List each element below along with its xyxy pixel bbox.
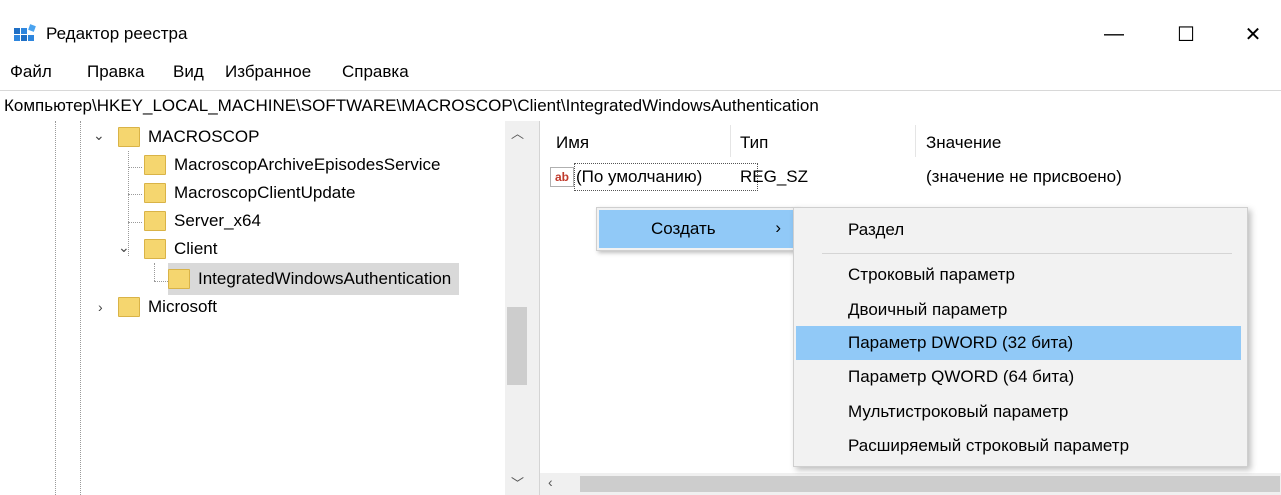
tree-node-label: Microsoft xyxy=(148,297,217,316)
tree-guide-line xyxy=(128,194,142,195)
submenu-item-label: Параметр QWORD (64 бита) xyxy=(848,367,1075,386)
folder-icon xyxy=(118,127,140,147)
tree-node-server[interactable]: Server_x64 xyxy=(144,207,261,235)
close-button[interactable]: ✕ xyxy=(1225,14,1281,54)
tree-guide-line xyxy=(128,167,142,168)
column-divider[interactable] xyxy=(730,125,731,157)
submenu-item-expandable-string-value[interactable]: Расширяемый строковый параметр xyxy=(796,429,1241,463)
values-horizontal-scrollbar[interactable]: ‹ xyxy=(540,473,1281,495)
maximize-button[interactable]: ☐ xyxy=(1158,14,1214,54)
tree-node-label: MacroscopClientUpdate xyxy=(174,183,356,202)
folder-icon xyxy=(144,239,166,259)
tree-node-macroscop[interactable]: MACROSCOP xyxy=(118,123,259,151)
scroll-up-icon[interactable]: ︿ xyxy=(511,123,524,142)
menu-view[interactable]: Вид xyxy=(173,62,204,82)
tree-guide-line xyxy=(154,263,155,281)
submenu-item-label: Мультистроковый параметр xyxy=(848,402,1069,421)
pane-splitter[interactable] xyxy=(529,121,540,495)
scroll-thumb[interactable] xyxy=(580,476,1280,492)
tree-node-client-update[interactable]: MacroscopClientUpdate xyxy=(144,179,355,207)
value-data-cell[interactable]: (значение не присвоено) xyxy=(926,167,1122,187)
menu-file[interactable]: Файл xyxy=(10,62,52,82)
menu-help[interactable]: Справка xyxy=(342,62,409,82)
tree-guide-line xyxy=(154,281,168,282)
submenu-item-label: Расширяемый строковый параметр xyxy=(848,436,1130,455)
submenu-item-label: Строковый параметр xyxy=(848,265,1015,284)
submenu-item-label: Двоичный параметр xyxy=(848,300,1008,319)
menu-edit[interactable]: Правка xyxy=(87,62,144,82)
top-strip xyxy=(0,0,1281,14)
tree-guide-line xyxy=(55,121,56,495)
menu-bar: Файл Правка Вид Избранное Справка xyxy=(0,56,1281,88)
tree-node-label: Client xyxy=(174,239,218,258)
folder-icon xyxy=(168,269,190,289)
context-menu: Создать › xyxy=(596,207,798,251)
tree-node-label: MacroscopArchiveEpisodesService xyxy=(174,155,441,174)
submenu-arrow-icon: › xyxy=(775,218,781,237)
column-header-type[interactable]: Тип xyxy=(740,133,768,153)
scroll-down-icon[interactable]: ﹀ xyxy=(511,473,524,492)
submenu-item-binary-value[interactable]: Двоичный параметр xyxy=(796,293,1241,327)
column-header-name[interactable]: Имя xyxy=(556,133,589,153)
menu-item-create[interactable]: Создать › xyxy=(599,210,795,248)
scroll-left-icon[interactable]: ‹ xyxy=(548,474,553,490)
submenu-item-qword-value[interactable]: Параметр QWORD (64 бита) xyxy=(796,360,1241,394)
column-divider[interactable] xyxy=(915,125,916,157)
tree-node-archive[interactable]: MacroscopArchiveEpisodesService xyxy=(144,151,440,179)
folder-icon xyxy=(144,211,166,231)
tree-guide-line xyxy=(128,222,142,223)
folder-icon xyxy=(144,183,166,203)
tree-node-microsoft[interactable]: Microsoft xyxy=(118,293,217,321)
expand-chevron-down-icon[interactable]: ⌄ xyxy=(118,239,130,256)
create-submenu: Раздел Строковый параметр Двоичный парам… xyxy=(793,207,1248,467)
title-bar: Редактор реестра — ☐ ✕ xyxy=(0,14,1281,54)
menu-separator xyxy=(822,253,1232,254)
expand-chevron-down-icon[interactable]: ⌄ xyxy=(93,127,105,144)
window-title: Редактор реестра xyxy=(46,24,188,43)
string-value-icon: ab xyxy=(550,167,574,187)
minimize-button[interactable]: — xyxy=(1086,14,1142,54)
tree-node-client[interactable]: Client xyxy=(144,235,217,263)
tree-vertical-scrollbar[interactable]: ︿ ﹀ xyxy=(505,121,529,495)
registry-editor-icon xyxy=(14,24,36,41)
key-tree[interactable]: ⌄ MACROSCOP MacroscopArchiveEpisodesServ… xyxy=(0,121,505,495)
submenu-item-label: Параметр DWORD (32 бита) xyxy=(848,333,1074,352)
value-name-cell[interactable]: (По умолчанию) xyxy=(576,167,702,187)
submenu-item-dword-value[interactable]: Параметр DWORD (32 бита) xyxy=(796,326,1241,360)
tree-guide-line xyxy=(80,121,81,495)
scroll-thumb[interactable] xyxy=(507,307,527,385)
submenu-item-string-value[interactable]: Строковый параметр xyxy=(796,258,1241,292)
menu-item-label: Создать xyxy=(651,219,716,238)
column-header-value[interactable]: Значение xyxy=(926,133,1001,153)
menu-favorites[interactable]: Избранное xyxy=(225,62,311,82)
submenu-item-multistring-value[interactable]: Мультистроковый параметр xyxy=(796,395,1241,429)
tree-node-label: Server_x64 xyxy=(174,211,261,230)
tree-node-label: IntegratedWindowsAuthentication xyxy=(198,269,452,288)
tree-node-label: MACROSCOP xyxy=(148,127,260,146)
address-bar[interactable]: Компьютер\HKEY_LOCAL_MACHINE\SOFTWARE\MA… xyxy=(0,90,1281,122)
address-path[interactable]: Компьютер\HKEY_LOCAL_MACHINE\SOFTWARE\MA… xyxy=(4,96,819,116)
submenu-item-key[interactable]: Раздел xyxy=(796,213,1241,247)
expand-chevron-right-icon[interactable]: › xyxy=(98,299,103,315)
folder-icon xyxy=(118,297,140,317)
value-type-cell[interactable]: REG_SZ xyxy=(740,167,808,187)
folder-icon xyxy=(144,155,166,175)
tree-node-integrated-windows-auth[interactable]: IntegratedWindowsAuthentication xyxy=(168,263,460,295)
submenu-item-label: Раздел xyxy=(848,220,905,239)
